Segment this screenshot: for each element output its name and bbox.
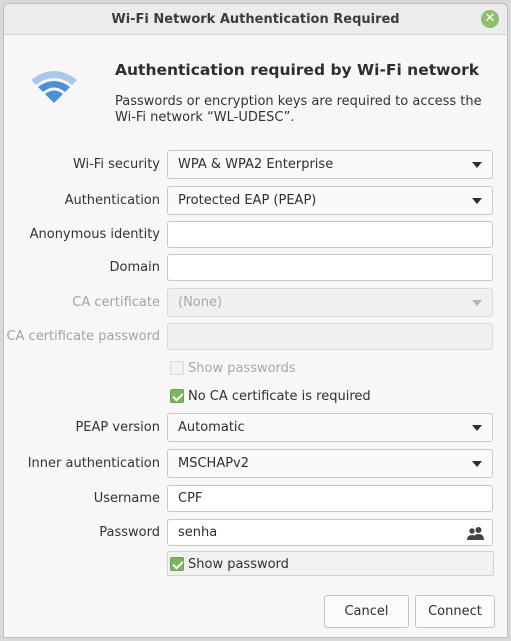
wifi-icon: [31, 71, 77, 103]
domain-label: Domain: [109, 260, 160, 275]
chevron-down-icon: [472, 198, 482, 204]
ca-certificate-dropdown[interactable]: (None): [167, 288, 493, 317]
chevron-down-icon: [472, 461, 482, 467]
anonymous-identity-label: Anonymous identity: [29, 227, 160, 242]
domain-input[interactable]: [167, 254, 493, 281]
show-passwords-checkbox-row[interactable]: Show passwords: [170, 358, 296, 378]
peap-version-value: Automatic: [178, 420, 245, 435]
wifi-security-label: Wi-Fi security: [72, 157, 160, 172]
show-passwords-label: Show passwords: [188, 360, 296, 376]
no-ca-required-label: No CA certificate is required: [188, 388, 371, 404]
username-label: Username: [93, 491, 160, 506]
connect-button[interactable]: Connect: [415, 595, 495, 628]
show-password-checkbox-row[interactable]: Show password: [170, 554, 289, 574]
window-title: Wi-Fi Network Authentication Required: [111, 12, 400, 27]
authentication-label: Authentication: [64, 193, 160, 208]
people-icon[interactable]: [467, 526, 484, 541]
password-label: Password: [99, 525, 160, 540]
ca-certificate-password-label: CA certificate password: [6, 329, 160, 344]
inner-authentication-dropdown[interactable]: MSCHAPv2: [167, 449, 493, 478]
show-password-checkbox[interactable]: [170, 557, 184, 571]
no-ca-required-checkbox[interactable]: [170, 389, 184, 403]
peap-version-dropdown[interactable]: Automatic: [167, 413, 493, 442]
peap-version-label: PEAP version: [75, 420, 160, 435]
close-icon: ✕: [484, 11, 496, 26]
no-ca-required-checkbox-row[interactable]: No CA certificate is required: [170, 386, 371, 406]
dialog-heading: Authentication required by Wi-Fi network: [115, 61, 480, 79]
authentication-value: Protected EAP (PEAP): [178, 193, 317, 208]
wifi-security-value: WPA & WPA2 Enterprise: [178, 157, 334, 172]
chevron-down-icon: [472, 162, 482, 168]
cancel-button[interactable]: Cancel: [324, 595, 409, 628]
wifi-security-dropdown[interactable]: WPA & WPA2 Enterprise: [167, 150, 493, 179]
inner-authentication-label: Inner authentication: [27, 456, 160, 471]
ca-certificate-value: (None): [178, 295, 223, 310]
ca-certificate-label: CA certificate: [72, 295, 160, 310]
close-button[interactable]: ✕: [481, 10, 499, 28]
chevron-down-icon: [472, 300, 482, 306]
show-passwords-checkbox[interactable]: [170, 361, 184, 375]
dialog-description: Passwords or encryption keys are require…: [115, 94, 482, 125]
title-bar[interactable]: Wi-Fi Network Authentication Required ✕: [4, 4, 507, 35]
show-password-label: Show password: [188, 556, 289, 572]
auth-dialog: Wi-Fi Network Authentication Required ✕ …: [3, 3, 508, 638]
password-value: senha: [178, 525, 218, 540]
username-input[interactable]: CPF: [167, 485, 493, 512]
ca-certificate-password-input[interactable]: [167, 323, 493, 350]
authentication-dropdown[interactable]: Protected EAP (PEAP): [167, 186, 493, 215]
password-input[interactable]: senha: [167, 519, 493, 546]
chevron-down-icon: [472, 425, 482, 431]
anonymous-identity-input[interactable]: [167, 221, 493, 248]
inner-authentication-value: MSCHAPv2: [178, 456, 250, 471]
